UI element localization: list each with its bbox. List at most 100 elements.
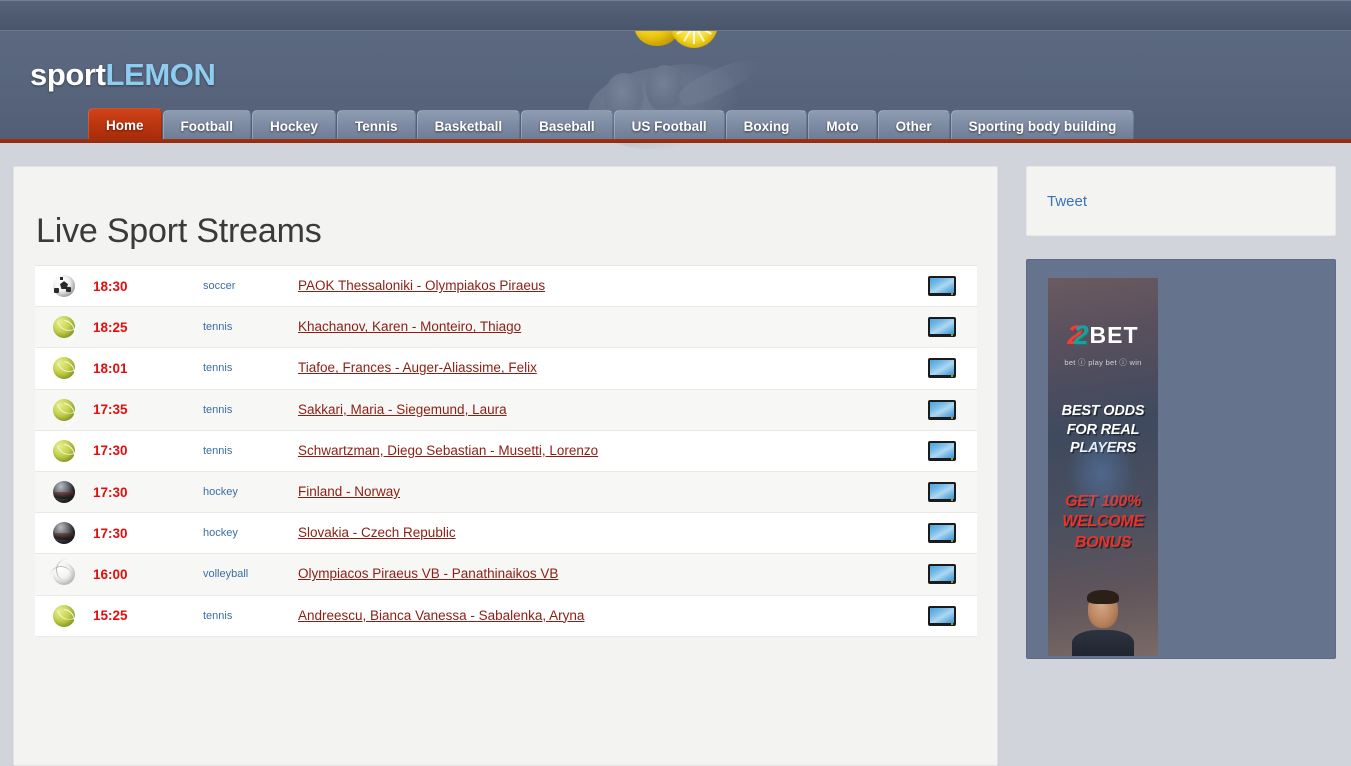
tweet-button[interactable]: Tweet bbox=[1047, 193, 1087, 210]
stream-row[interactable]: 18:25tennisKhachanov, Karen - Monteiro, … bbox=[35, 307, 977, 348]
nav-tab-boxing[interactable]: Boxing bbox=[726, 110, 808, 142]
tennis-ball-icon bbox=[53, 357, 75, 379]
volleyball-icon bbox=[53, 563, 75, 585]
tv-icon[interactable] bbox=[928, 523, 956, 543]
tv-icon[interactable] bbox=[928, 441, 956, 461]
nav-tab-tennis[interactable]: Tennis bbox=[337, 110, 416, 142]
nav-tab-baseball[interactable]: Baseball bbox=[521, 110, 613, 142]
tv-icon[interactable] bbox=[928, 606, 956, 626]
logo-text-lemon: LEMON bbox=[106, 57, 216, 92]
stream-match-link[interactable]: Tiafoe, Frances - Auger-Aliassime, Felix bbox=[298, 360, 537, 375]
stream-watch-cell bbox=[907, 358, 977, 378]
stream-match-link[interactable]: Olympiacos Piraeus VB - Panathinaikos VB bbox=[298, 566, 558, 581]
stream-sport-label[interactable]: hockey bbox=[203, 486, 298, 498]
nav-tab-other[interactable]: Other bbox=[878, 110, 950, 142]
nav-tab-football[interactable]: Football bbox=[163, 110, 252, 142]
stream-match-cell: Tiafoe, Frances - Auger-Aliassime, Felix bbox=[298, 359, 907, 377]
stream-watch-cell bbox=[907, 276, 977, 296]
stream-match-cell: Slovakia - Czech Republic bbox=[298, 524, 907, 542]
stream-time: 17:30 bbox=[93, 485, 203, 500]
stream-sport-label[interactable]: tennis bbox=[203, 610, 298, 622]
stream-time: 18:25 bbox=[93, 320, 203, 335]
stream-match-cell: Sakkari, Maria - Siegemund, Laura bbox=[298, 401, 907, 419]
hockey-puck-icon bbox=[53, 522, 75, 544]
ad-person-image bbox=[1072, 592, 1134, 656]
ad-glow-decoration bbox=[1066, 428, 1136, 518]
nav-tab-sporting-body-building[interactable]: Sporting body building bbox=[951, 110, 1135, 142]
stream-sport-icon-cell bbox=[35, 357, 93, 379]
stream-time: 18:30 bbox=[93, 279, 203, 294]
sidebar: Tweet 22BET bet ⓘ play bet ⓘ win BEST OD… bbox=[1026, 166, 1336, 659]
tv-icon[interactable] bbox=[928, 564, 956, 584]
tv-icon[interactable] bbox=[928, 276, 956, 296]
stream-match-link[interactable]: Andreescu, Bianca Vanessa - Sabalenka, A… bbox=[298, 608, 584, 623]
stream-time: 18:01 bbox=[93, 361, 203, 376]
stream-match-link[interactable]: Khachanov, Karen - Monteiro, Thiago bbox=[298, 319, 521, 334]
stream-sport-icon-cell bbox=[35, 440, 93, 462]
stream-match-cell: Finland - Norway bbox=[298, 483, 907, 501]
stream-watch-cell bbox=[907, 606, 977, 626]
nav-underline-divider bbox=[0, 139, 1351, 143]
stream-match-link[interactable]: Schwartzman, Diego Sebastian - Musetti, … bbox=[298, 443, 598, 458]
stream-watch-cell bbox=[907, 482, 977, 502]
stream-match-link[interactable]: Finland - Norway bbox=[298, 484, 400, 499]
stream-match-link[interactable]: PAOK Thessaloniki - Olympiakos Piraeus bbox=[298, 278, 545, 293]
stream-row[interactable]: 17:30hockeySlovakia - Czech Republic bbox=[35, 513, 977, 554]
stream-match-cell: Olympiacos Piraeus VB - Panathinaikos VB bbox=[298, 565, 907, 583]
stream-row[interactable]: 17:30tennisSchwartzman, Diego Sebastian … bbox=[35, 431, 977, 472]
stream-sport-icon-cell bbox=[35, 563, 93, 585]
page-title: Live Sport Streams bbox=[36, 212, 997, 251]
nav-tab-moto[interactable]: Moto bbox=[808, 110, 876, 142]
stream-sport-label[interactable]: volleyball bbox=[203, 568, 298, 580]
ad-brand-name: BET bbox=[1090, 322, 1139, 349]
stream-time: 17:30 bbox=[93, 526, 203, 541]
nav-tab-us-football[interactable]: US Football bbox=[614, 110, 725, 142]
hockey-puck-icon bbox=[53, 481, 75, 503]
ad-brand-tagline: bet ⓘ play bet ⓘ win bbox=[1048, 357, 1158, 368]
page-body: Live Sport Streams 18:30soccerPAOK Thess… bbox=[0, 143, 1351, 627]
ad-banner-22bet[interactable]: 22BET bet ⓘ play bet ⓘ win BEST ODDS FOR… bbox=[1048, 278, 1158, 656]
stream-row[interactable]: 17:30hockeyFinland - Norway bbox=[35, 472, 977, 513]
nav-tab-basketball[interactable]: Basketball bbox=[417, 110, 521, 142]
stream-match-cell: PAOK Thessaloniki - Olympiakos Piraeus bbox=[298, 277, 907, 295]
tv-icon[interactable] bbox=[928, 400, 956, 420]
stream-watch-cell bbox=[907, 523, 977, 543]
tv-icon[interactable] bbox=[928, 482, 956, 502]
logo-text-sport: sport bbox=[30, 57, 106, 92]
nav-tab-home[interactable]: Home bbox=[88, 108, 162, 142]
stream-sport-label[interactable]: tennis bbox=[203, 404, 298, 416]
tv-icon[interactable] bbox=[928, 317, 956, 337]
stream-row[interactable]: 18:01tennisTiafoe, Frances - Auger-Alias… bbox=[35, 348, 977, 389]
stream-watch-cell bbox=[907, 400, 977, 420]
stream-match-cell: Schwartzman, Diego Sebastian - Musetti, … bbox=[298, 442, 907, 460]
site-header: sportLEMON HomeFootballHockeyTennisBaske… bbox=[0, 31, 1351, 142]
stream-row[interactable]: 18:30soccerPAOK Thessaloniki - Olympiako… bbox=[35, 266, 977, 307]
tennis-ball-icon bbox=[53, 399, 75, 421]
advertisement-container: 22BET bet ⓘ play bet ⓘ win BEST ODDS FOR… bbox=[1026, 259, 1336, 659]
tweet-widget: Tweet bbox=[1026, 166, 1336, 236]
soccer-ball-icon bbox=[53, 275, 75, 297]
stream-row[interactable]: 16:00volleyballOlympiacos Piraeus VB - P… bbox=[35, 554, 977, 595]
stream-watch-cell bbox=[907, 441, 977, 461]
stream-row[interactable]: 17:35tennisSakkari, Maria - Siegemund, L… bbox=[35, 390, 977, 431]
site-logo[interactable]: sportLEMON bbox=[30, 57, 215, 93]
stream-match-cell: Khachanov, Karen - Monteiro, Thiago bbox=[298, 318, 907, 336]
live-streams-table: 18:30soccerPAOK Thessaloniki - Olympiako… bbox=[35, 265, 977, 637]
stream-sport-icon-cell bbox=[35, 316, 93, 338]
stream-sport-label[interactable]: hockey bbox=[203, 527, 298, 539]
stream-match-link[interactable]: Sakkari, Maria - Siegemund, Laura bbox=[298, 402, 507, 417]
stream-sport-icon-cell bbox=[35, 275, 93, 297]
stream-time: 15:25 bbox=[93, 608, 203, 623]
stream-row[interactable]: 15:25tennisAndreescu, Bianca Vanessa - S… bbox=[35, 596, 977, 637]
stream-sport-label[interactable]: tennis bbox=[203, 321, 298, 333]
main-content-panel: Live Sport Streams 18:30soccerPAOK Thess… bbox=[13, 166, 998, 766]
tv-icon[interactable] bbox=[928, 358, 956, 378]
stream-sport-label[interactable]: tennis bbox=[203, 362, 298, 374]
stream-watch-cell bbox=[907, 317, 977, 337]
stream-match-link[interactable]: Slovakia - Czech Republic bbox=[298, 525, 456, 540]
stream-sport-label[interactable]: tennis bbox=[203, 445, 298, 457]
top-bar bbox=[0, 0, 1351, 31]
stream-sport-label[interactable]: soccer bbox=[203, 280, 298, 292]
nav-tab-hockey[interactable]: Hockey bbox=[252, 110, 336, 142]
tennis-ball-icon bbox=[53, 440, 75, 462]
